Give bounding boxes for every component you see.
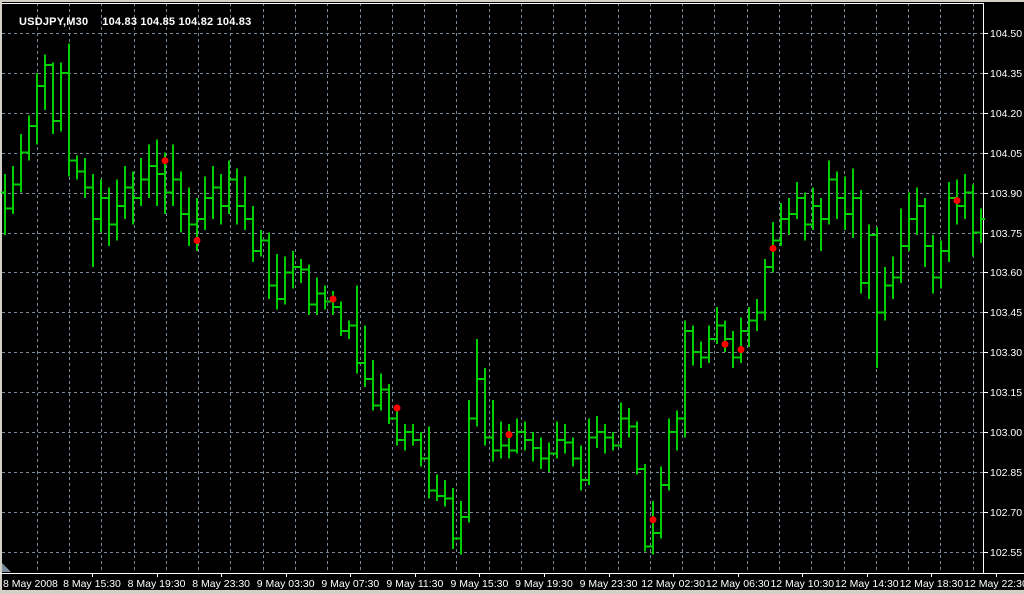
- signal-dot: [770, 245, 777, 252]
- time-axis-label: 9 May 03:30: [257, 578, 315, 590]
- price-axis-label: 102.85: [990, 467, 1022, 479]
- time-axis-label: 12 May 18:30: [900, 578, 964, 590]
- price-axis-label: 104.05: [990, 148, 1022, 160]
- signal-dot: [738, 346, 745, 353]
- signal-dot: [954, 197, 961, 204]
- chart-background: [0, 0, 1024, 594]
- price-axis-label: 103.45: [990, 307, 1022, 319]
- time-axis-label: 12 May 22:30: [964, 578, 1024, 590]
- chart-title: USDJPY,M30104.83 104.85 104.82 104.83: [6, 3, 251, 17]
- price-axis-label: 104.50: [990, 28, 1022, 40]
- time-axis-label: 12 May 14:30: [835, 578, 899, 590]
- price-axis-label: 102.55: [990, 547, 1022, 559]
- signal-dot: [722, 341, 729, 348]
- signal-dot: [394, 405, 401, 412]
- time-axis-label: 12 May 06:30: [706, 578, 770, 590]
- price-chart-canvas[interactable]: 104.50 104.35 104.20 104.05 103.90 103.75 103.…: [0, 0, 1024, 594]
- time-axis-label: 9 May 07:30: [321, 578, 379, 590]
- signal-dot: [650, 516, 657, 523]
- price-axis-label: 103.30: [990, 347, 1022, 359]
- time-axis-label: 9 May 15:30: [451, 578, 509, 590]
- signal-dot: [506, 431, 513, 438]
- time-axis-label: 8 May 2008: [3, 578, 58, 590]
- time-axis-label: 9 May 11:30: [386, 578, 443, 590]
- quote-ohlc-label: 104.83 104.85 104.82 104.83: [102, 16, 251, 28]
- price-axis-label: 103.00: [990, 427, 1022, 439]
- symbol-timeframe-label: USDJPY,M30: [19, 16, 88, 28]
- price-axis-label: 104.20: [990, 108, 1022, 120]
- time-axis-label: 9 May 23:30: [580, 578, 638, 590]
- price-axis-label: 103.75: [990, 228, 1022, 240]
- signal-dot: [330, 296, 337, 303]
- time-axis-label: 12 May 02:30: [641, 578, 705, 590]
- price-axis-label: 103.90: [990, 188, 1022, 200]
- price-axis-label: 103.15: [990, 387, 1022, 399]
- signal-dot: [162, 157, 169, 164]
- time-axis-label: 8 May 23:30: [192, 578, 250, 590]
- time-axis-label: 8 May 19:30: [128, 578, 186, 590]
- price-axis-label: 104.35: [990, 68, 1022, 80]
- time-axis-label: 8 May 15:30: [63, 578, 121, 590]
- time-axis-label: 12 May 10:30: [770, 578, 834, 590]
- price-axis-label: 102.70: [990, 507, 1022, 519]
- signal-dot: [194, 237, 201, 244]
- chart-window: 104.50 104.35 104.20 104.05 103.90 103.75 103.…: [0, 0, 1024, 594]
- price-axis-label: 103.60: [990, 267, 1022, 279]
- time-axis-label: 9 May 19:30: [515, 578, 573, 590]
